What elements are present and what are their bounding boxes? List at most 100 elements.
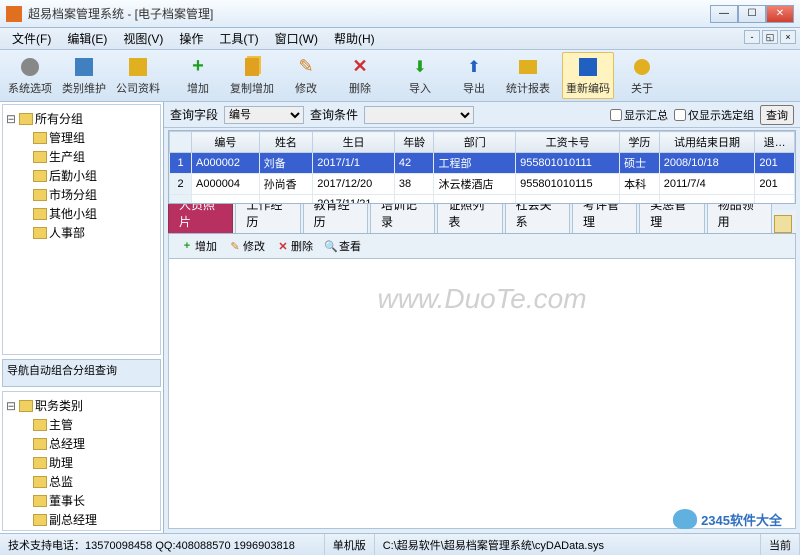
maximize-button[interactable]: ☐ — [738, 5, 766, 23]
folder-icon — [33, 208, 47, 220]
toolbtn-edit[interactable]: ✎修改 — [280, 52, 332, 99]
mdi-close[interactable]: × — [780, 30, 796, 44]
magnifier-icon: 🔍 — [325, 240, 337, 252]
col-header[interactable]: 试用结束日期 — [659, 132, 755, 153]
col-header[interactable]: 工资卡号 — [516, 132, 620, 153]
col-header[interactable]: 生日 — [313, 132, 395, 153]
pencil-icon: ✎ — [229, 240, 241, 252]
toolbtn-about[interactable]: 关于 — [616, 52, 668, 99]
tree-item[interactable]: 总经理 — [5, 434, 158, 453]
titlebar: 超易档案管理系统 - [电子档案管理] — ☐ ✕ — [0, 0, 800, 28]
toolbtn-copy[interactable]: 复制增加 — [226, 52, 278, 99]
chk-selected-only[interactable]: 仅显示选定组 — [674, 107, 754, 123]
toolbtn-in[interactable]: ⬇导入 — [394, 52, 446, 99]
toolbtn-add[interactable]: +增加 — [172, 52, 224, 99]
status-path: C:\超易软件\超易档案管理系统\cyDAData.sys — [375, 534, 761, 555]
minimize-button[interactable]: — — [710, 5, 738, 23]
folder-icon — [33, 457, 47, 469]
menu-edit[interactable]: 编辑(E) — [59, 28, 115, 49]
menu-operate[interactable]: 操作 — [171, 28, 211, 49]
app-icon — [6, 6, 22, 22]
folder-icon — [19, 113, 33, 125]
sub-view-button[interactable]: 🔍查看 — [321, 237, 365, 255]
tree-job-category[interactable]: ⊟职务类别主管总经理助理总监董事长副总经理部门经理 — [2, 391, 161, 531]
about-icon — [631, 56, 653, 78]
tree-item[interactable]: 部门经理 — [5, 529, 158, 531]
detail-tabs: 人员照片工作经历教育经历培训记录证照列表社会关系考评管理奖惩管理物品领用 — [168, 210, 796, 234]
mascot-icon — [673, 509, 697, 529]
toolbtn-cat[interactable]: 类别维护 — [58, 52, 110, 99]
menu-help[interactable]: 帮助(H) — [326, 28, 383, 49]
col-header[interactable]: 学历 — [620, 132, 660, 153]
toolbtn-re[interactable]: 重新编码 — [562, 52, 614, 99]
menu-file[interactable]: 文件(F) — [4, 28, 59, 49]
col-header[interactable]: 姓名 — [259, 132, 313, 153]
nav-combo-label: 导航自动组合分组查询 — [2, 359, 161, 387]
tree-item[interactable]: 其他小组 — [5, 204, 158, 223]
tree-item[interactable]: 人事部 — [5, 223, 158, 242]
sub-toolbar: +增加 ✎修改 ✕删除 🔍查看 — [168, 234, 796, 258]
col-header[interactable]: 年龄 — [394, 132, 434, 153]
table-row[interactable]: 2017/11/21 — [170, 195, 795, 205]
folder-icon — [33, 151, 47, 163]
main-toolbar: 系统选项类别维护公司资料+增加复制增加✎修改✕删除⬇导入⬆导出统计报表重新编码关… — [0, 50, 800, 102]
toolbtn-out[interactable]: ⬆导出 — [448, 52, 500, 99]
x-icon: ✕ — [277, 240, 289, 252]
sub-add-button[interactable]: +增加 — [177, 237, 221, 255]
toolbtn-del[interactable]: ✕删除 — [334, 52, 386, 99]
tree-item[interactable]: 管理组 — [5, 128, 158, 147]
close-button[interactable]: ✕ — [766, 5, 794, 23]
tree-item[interactable]: 主管 — [5, 415, 158, 434]
tree-item[interactable]: 总监 — [5, 472, 158, 491]
tree-groups[interactable]: ⊟所有分组管理组生产组后勤小组市场分组其他小组人事部 — [2, 104, 161, 355]
col-header[interactable]: 退… — [755, 132, 795, 153]
folder-icon — [33, 227, 47, 239]
brand-text: 2345软件大全 — [701, 510, 782, 529]
folder-icon — [33, 189, 47, 201]
tab-tool-icon[interactable] — [774, 215, 792, 233]
toolbtn-co[interactable]: 公司资料 — [112, 52, 164, 99]
folder-icon — [19, 400, 33, 412]
watermark-text: www.DuoTe.com — [377, 283, 586, 315]
query-cond-select[interactable] — [364, 106, 474, 124]
tree-item[interactable]: 后勤小组 — [5, 166, 158, 185]
toolbtn-gear[interactable]: 系统选项 — [4, 52, 56, 99]
tree-item[interactable]: 市场分组 — [5, 185, 158, 204]
query-button[interactable]: 查询 — [760, 105, 794, 125]
menu-view[interactable]: 视图(V) — [115, 28, 171, 49]
mdi-minimize[interactable]: - — [744, 30, 760, 44]
folder-icon — [33, 495, 47, 507]
sub-delete-button[interactable]: ✕删除 — [273, 237, 317, 255]
toolbtn-stat[interactable]: 统计报表 — [502, 52, 554, 99]
status-current: 当前 — [761, 534, 800, 555]
tree-root[interactable]: ⊟职务类别 — [5, 396, 158, 415]
table-row[interactable]: 1A000002刘备2017/1/142工程部955801010111硕士200… — [170, 153, 795, 174]
tree-item[interactable]: 助理 — [5, 453, 158, 472]
status-tech: 技术支持电话：13570098458 QQ:408088570 19969038… — [0, 534, 325, 555]
folder-icon — [33, 476, 47, 488]
mdi-restore[interactable]: ◱ — [762, 30, 778, 44]
col-header[interactable]: 编号 — [192, 132, 260, 153]
folder-icon — [33, 419, 47, 431]
re-icon — [577, 56, 599, 78]
photo-panel: www.DuoTe.com — [168, 258, 796, 529]
copy-icon — [241, 56, 263, 78]
co-icon — [127, 56, 149, 78]
chk-summary[interactable]: 显示汇总 — [610, 107, 668, 123]
out-icon: ⬆ — [463, 56, 485, 78]
content-area: 查询字段 编号 查询条件 显示汇总 仅显示选定组 查询 编号姓名生日年龄部门工资… — [164, 102, 800, 533]
data-grid[interactable]: 编号姓名生日年龄部门工资卡号学历试用结束日期退…1A000002刘备2017/1… — [168, 130, 796, 204]
table-row[interactable]: 2A000004孙尚香2017/12/2038沐云楼酒店955801010115… — [170, 174, 795, 195]
sidebar: ⊟所有分组管理组生产组后勤小组市场分组其他小组人事部 导航自动组合分组查询 ⊟职… — [0, 102, 164, 533]
menu-tools[interactable]: 工具(T) — [211, 28, 266, 49]
tree-item[interactable]: 董事长 — [5, 491, 158, 510]
menu-window[interactable]: 窗口(W) — [267, 28, 326, 49]
window-title: 超易档案管理系统 - [电子档案管理] — [28, 5, 710, 22]
query-field-select[interactable]: 编号 — [224, 106, 304, 124]
gear-icon — [19, 56, 41, 78]
tree-item[interactable]: 副总经理 — [5, 510, 158, 529]
col-header[interactable]: 部门 — [434, 132, 516, 153]
sub-edit-button[interactable]: ✎修改 — [225, 237, 269, 255]
tree-item[interactable]: 生产组 — [5, 147, 158, 166]
tree-root[interactable]: ⊟所有分组 — [5, 109, 158, 128]
